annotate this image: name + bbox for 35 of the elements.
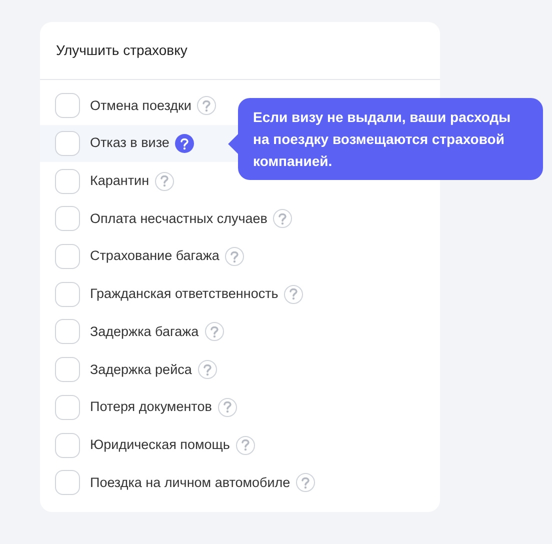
option-label: Поездка на личном автомобиле xyxy=(90,474,290,492)
help-icon[interactable] xyxy=(284,284,304,304)
help-icon[interactable] xyxy=(175,134,194,154)
tooltip: Если визу не выдали, ваши расходы на поездку возмещаются страховой компанией. xyxy=(238,98,543,180)
checkbox[interactable] xyxy=(55,168,80,194)
help-icon[interactable] xyxy=(155,172,174,191)
option-label: Карантин xyxy=(90,172,150,190)
option-label: Задержка багажа xyxy=(90,322,199,341)
option-label: Задержка рейса xyxy=(90,360,192,379)
option-label: Юридическая помощь xyxy=(90,436,230,454)
option-label: Оплата несчастных случаев xyxy=(90,210,268,228)
help-icon[interactable] xyxy=(296,473,316,492)
help-icon[interactable] xyxy=(225,247,244,266)
checkbox[interactable] xyxy=(55,319,80,344)
checkbox[interactable] xyxy=(55,131,80,156)
help-icon[interactable] xyxy=(204,322,224,342)
card-title: Улучшить страховку xyxy=(56,41,188,60)
help-icon[interactable] xyxy=(273,209,292,228)
checkbox[interactable] xyxy=(55,357,80,382)
help-icon[interactable] xyxy=(218,398,237,417)
checkbox[interactable] xyxy=(55,244,80,270)
option-label: Отмена поездки xyxy=(90,96,192,115)
checkbox[interactable] xyxy=(55,93,80,118)
checkbox[interactable] xyxy=(55,206,80,232)
checkbox[interactable] xyxy=(55,470,80,496)
help-icon[interactable] xyxy=(236,436,255,455)
checkbox[interactable] xyxy=(55,282,80,307)
option-label: Отказ в визе xyxy=(90,134,170,152)
checkbox[interactable] xyxy=(55,394,80,420)
option-label: Гражданская ответственность xyxy=(90,285,278,304)
help-icon[interactable] xyxy=(198,360,217,380)
help-icon[interactable] xyxy=(197,96,216,116)
option-label: Потеря документов xyxy=(90,398,212,416)
checkbox[interactable] xyxy=(55,432,80,458)
option-label: Страхование багажа xyxy=(90,247,220,266)
